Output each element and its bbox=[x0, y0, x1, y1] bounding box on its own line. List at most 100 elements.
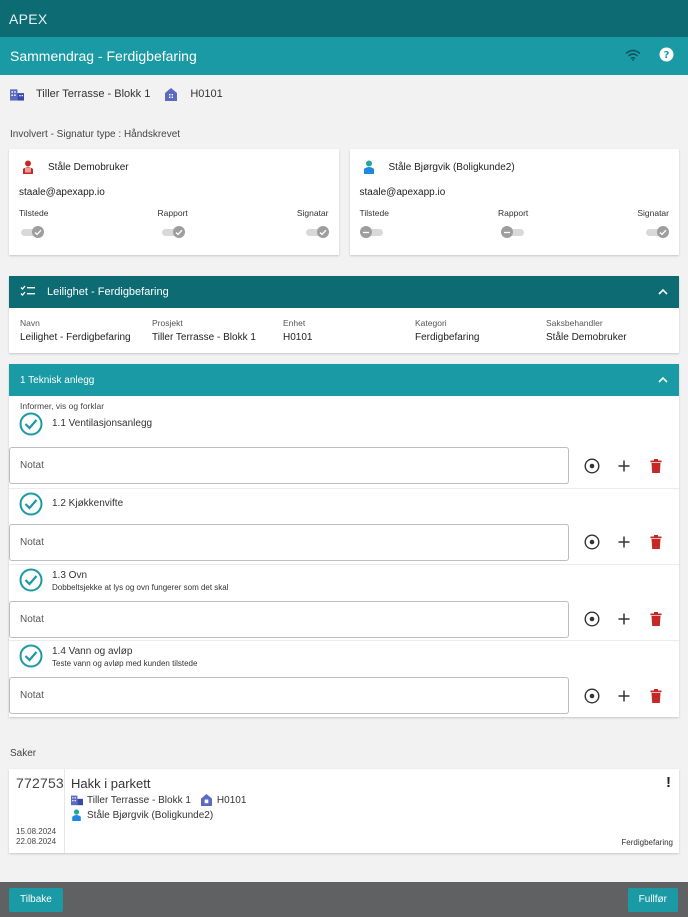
case-card[interactable]: 772753 15.08.2024 22.08.2024 Hakk i park… bbox=[9, 769, 679, 853]
info-label: Prosjekt bbox=[152, 318, 183, 328]
check-circle-icon[interactable] bbox=[19, 492, 43, 516]
location-project: Tiller Terrasse - Blokk 1 bbox=[36, 88, 151, 100]
info-unit: Enhet H0101 bbox=[283, 318, 415, 353]
add-icon[interactable] bbox=[615, 533, 633, 551]
delete-icon[interactable] bbox=[647, 457, 665, 475]
info-label: Kategori bbox=[415, 318, 447, 328]
toggle-tilstede[interactable] bbox=[19, 226, 44, 238]
add-icon[interactable] bbox=[615, 457, 633, 475]
footer-bar: Tilbake Fullfør bbox=[0, 882, 688, 917]
info-value: Ferdigbefaring bbox=[415, 332, 480, 343]
target-icon[interactable] bbox=[583, 687, 601, 705]
case-project: Tiller Terrasse - Blokk 1 bbox=[87, 794, 191, 806]
section-header[interactable]: 1 Teknisk anlegg bbox=[9, 364, 679, 396]
toggle-label-rapport: Rapport bbox=[157, 208, 188, 218]
toggle-tilstede[interactable] bbox=[359, 226, 385, 238]
toggle-signatar[interactable] bbox=[304, 226, 329, 238]
priority-icon: ! bbox=[666, 774, 671, 791]
target-icon[interactable] bbox=[583, 610, 601, 628]
delete-icon[interactable] bbox=[647, 610, 665, 628]
involved-label: Involvert - Signatur type : Håndskrevet bbox=[10, 129, 181, 140]
checklist-card: Leilighet - Ferdigbefaring Navn Leilighe… bbox=[9, 276, 679, 353]
item-title: 1.1 Ventilasjonsanlegg bbox=[52, 418, 153, 429]
location-unit: H0101 bbox=[190, 88, 223, 100]
checklist-item: 1.4 Vann og avløp Teste vann og avløp me… bbox=[9, 640, 679, 717]
person-email: staale@apexapp.io bbox=[359, 187, 446, 198]
item-title: 1.4 Vann og avløp bbox=[52, 646, 133, 657]
house-icon bbox=[164, 87, 178, 101]
info-category: Kategori Ferdigbefaring bbox=[415, 318, 546, 353]
app-bar: APEX bbox=[0, 0, 688, 37]
note-field[interactable]: Notat bbox=[9, 523, 569, 561]
delete-icon[interactable] bbox=[647, 687, 665, 705]
person-card: Ståle Demobruker staale@apexapp.io Tilst… bbox=[9, 149, 339, 255]
case-date-created: 15.08.2024 bbox=[16, 827, 57, 836]
item-title: 1.3 Ovn bbox=[52, 570, 88, 581]
checklist-item: 1.1 Ventilasjonsanlegg Notat bbox=[9, 412, 679, 488]
person-teal-icon bbox=[71, 809, 83, 821]
case-number: 772753 bbox=[16, 775, 64, 791]
person-red-icon bbox=[22, 160, 36, 174]
add-icon[interactable] bbox=[615, 687, 633, 705]
checklist-item: 1.2 Kjøkkenvifte Notat bbox=[9, 488, 679, 564]
note-field[interactable]: Notat bbox=[9, 677, 569, 714]
section-card: 1 Teknisk anlegg Informer, vis og forkla… bbox=[9, 364, 679, 717]
section-subtitle: Informer, vis og forklar bbox=[20, 401, 105, 411]
case-title: Hakk i parkett bbox=[71, 776, 151, 791]
building-icon bbox=[71, 794, 83, 806]
checklist-icon bbox=[20, 285, 36, 300]
check-circle-icon[interactable] bbox=[19, 568, 43, 592]
info-label: Navn bbox=[20, 318, 40, 328]
checklist-item: 1.3 Ovn Dobbeltsjekke at lys og ovn fung… bbox=[9, 564, 679, 640]
delete-icon[interactable] bbox=[647, 533, 665, 551]
info-value: H0101 bbox=[283, 332, 313, 343]
info-value: Tiller Terrasse - Blokk 1 bbox=[152, 332, 256, 343]
add-icon[interactable] bbox=[615, 610, 633, 628]
check-circle-icon[interactable] bbox=[19, 412, 43, 436]
person-name: Ståle Demobruker bbox=[48, 161, 129, 173]
toggle-signatar[interactable] bbox=[644, 226, 669, 238]
finish-button[interactable]: Fullfør bbox=[627, 887, 678, 912]
info-handler: Saksbehandler Ståle Demobruker bbox=[546, 318, 627, 353]
note-field[interactable]: Notat bbox=[9, 600, 569, 638]
item-title: 1.2 Kjøkkenvifte bbox=[52, 498, 124, 509]
location-bar: Tiller Terrasse - Blokk 1 H0101 bbox=[0, 75, 688, 113]
item-description: Teste vann og avløp med kunden tilstede bbox=[52, 659, 198, 668]
person-card: Ståle Bjørgvik (Boligkunde2) staale@apex… bbox=[349, 149, 679, 255]
page-header: Sammendrag - Ferdigbefaring ? bbox=[0, 37, 688, 75]
info-name: Navn Leilighet - Ferdigbefaring bbox=[20, 318, 152, 353]
info-value: Ståle Demobruker bbox=[546, 332, 627, 343]
toggle-label-tilstede: Tilstede bbox=[359, 208, 389, 218]
item-description: Dobbeltsjekke at lys og ovn fungerer som… bbox=[52, 583, 229, 592]
checklist-items: 1.1 Ventilasjonsanlegg Notat 1.2 Kjøkken… bbox=[9, 412, 679, 717]
info-label: Saksbehandler bbox=[546, 318, 603, 328]
toggle-label-tilstede: Tilstede bbox=[19, 208, 49, 218]
checklist-header[interactable]: Leilighet - Ferdigbefaring bbox=[9, 276, 679, 308]
info-project: Prosjekt Tiller Terrasse - Blokk 1 bbox=[152, 318, 283, 353]
chevron-up-icon[interactable] bbox=[658, 375, 668, 386]
target-icon[interactable] bbox=[583, 457, 601, 475]
case-person: Ståle Bjørgvik (Boligkunde2) bbox=[87, 809, 214, 821]
app-title: APEX bbox=[9, 10, 48, 27]
case-type: Ferdigbefaring bbox=[621, 838, 673, 847]
involved-persons: Ståle Demobruker staale@apexapp.io Tilst… bbox=[0, 149, 688, 255]
svg-text:?: ? bbox=[664, 50, 670, 61]
section-title: 1 Teknisk anlegg bbox=[20, 374, 95, 386]
info-label: Enhet bbox=[283, 318, 306, 328]
person-teal-icon bbox=[363, 160, 377, 174]
note-field[interactable]: Notat bbox=[9, 447, 569, 484]
help-icon[interactable]: ? bbox=[659, 47, 674, 65]
toggle-rapport[interactable] bbox=[500, 226, 526, 238]
toggle-label-signatar: Signatar bbox=[637, 208, 669, 218]
wifi-icon bbox=[625, 49, 641, 64]
target-icon[interactable] bbox=[583, 533, 601, 551]
house-icon bbox=[200, 794, 213, 806]
info-value: Leilighet - Ferdigbefaring bbox=[20, 332, 131, 343]
checklist-title: Leilighet - Ferdigbefaring bbox=[47, 286, 169, 298]
toggle-label-signatar: Signatar bbox=[296, 208, 329, 218]
chevron-up-icon[interactable] bbox=[658, 286, 668, 298]
back-button[interactable]: Tilbake bbox=[9, 887, 63, 912]
case-unit: H0101 bbox=[216, 794, 247, 806]
check-circle-icon[interactable] bbox=[19, 644, 43, 668]
toggle-rapport[interactable] bbox=[160, 226, 186, 238]
